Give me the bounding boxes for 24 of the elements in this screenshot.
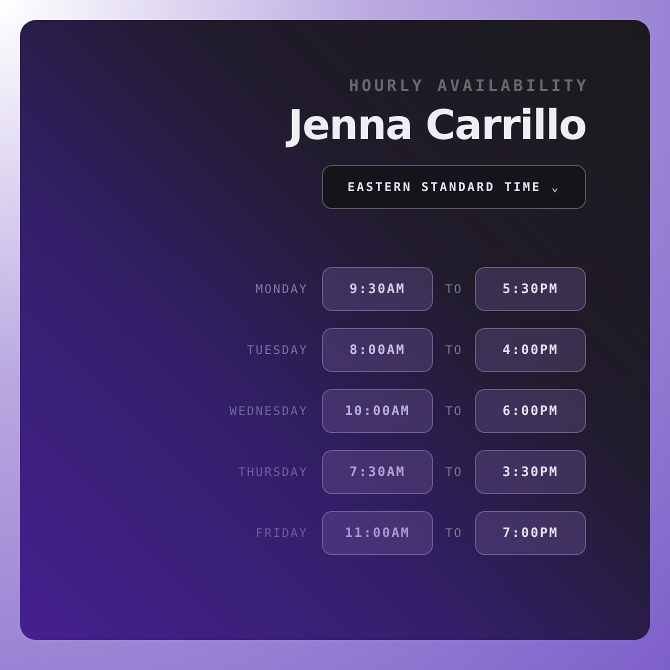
day-label: FRIDAY [256, 526, 308, 540]
timezone-dropdown[interactable]: EASTERN STANDARD TIME ⌄ [322, 165, 586, 209]
separator-label: TO [444, 526, 464, 540]
end-time-field[interactable]: 7:00PM [475, 511, 586, 555]
start-time-field[interactable]: 11:00AM [322, 511, 433, 555]
end-time-field[interactable]: 4:00PM [475, 328, 586, 372]
day-label: MONDAY [256, 282, 308, 296]
end-time-field[interactable]: 3:30PM [475, 450, 586, 494]
separator-label: TO [444, 282, 464, 296]
separator-label: TO [444, 404, 464, 418]
start-time-field[interactable]: 9:30AM [322, 267, 433, 311]
person-name: Jenna Carrillo [288, 101, 586, 149]
day-label: WEDNESDAY [229, 404, 308, 418]
caret-icon: ⌄ [551, 180, 560, 194]
day-label: TUESDAY [246, 343, 308, 357]
start-time-field[interactable]: 8:00AM [322, 328, 433, 372]
separator-label: TO [444, 465, 464, 479]
end-time-field[interactable]: 5:30PM [475, 267, 586, 311]
separator-label: TO [444, 343, 464, 357]
start-time-field[interactable]: 7:30AM [322, 450, 433, 494]
start-time-field[interactable]: 10:00AM [322, 389, 433, 433]
section-label: HOURLY AVAILABILITY [348, 76, 589, 95]
day-label: THURSDAY [238, 465, 308, 479]
end-time-field[interactable]: 6:00PM [475, 389, 586, 433]
